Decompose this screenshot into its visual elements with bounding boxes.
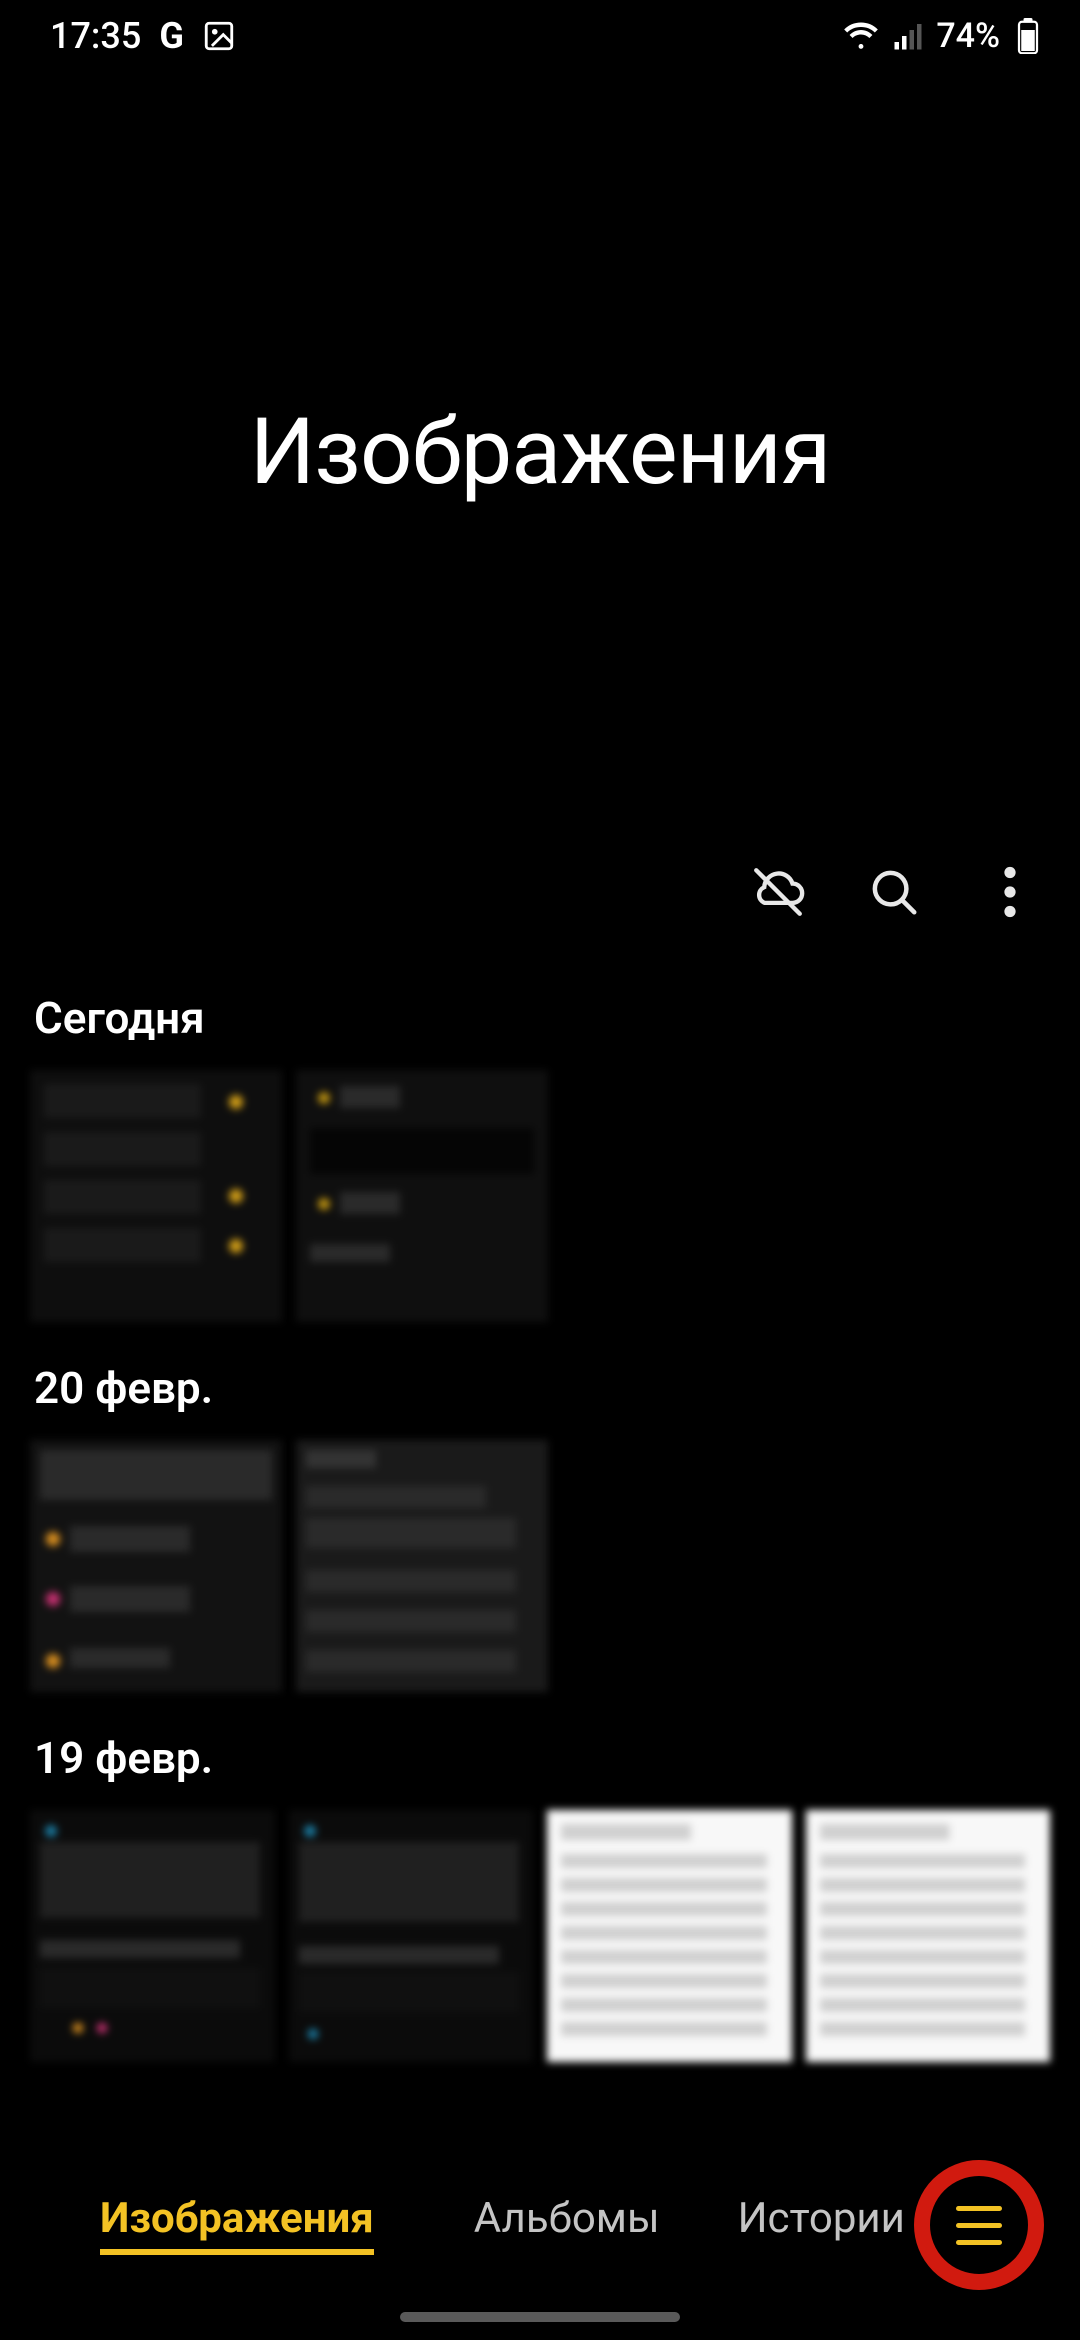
collapsing-header: Изображения: [0, 72, 1080, 832]
thumb-row: [30, 1810, 1050, 2062]
image-thumbnail[interactable]: [30, 1810, 275, 2062]
battery-percent: 74%: [936, 16, 1000, 56]
cloud-sync-off-icon[interactable]: [748, 862, 808, 922]
status-bar: 17:35 G 74%: [0, 0, 1080, 72]
gallery-content[interactable]: Сегодня 20 февр. 19 февр.: [0, 992, 1080, 2062]
thumb-row: [30, 1440, 1050, 1692]
section-title: Сегодня: [30, 992, 1050, 1044]
image-thumbnail[interactable]: [30, 1070, 282, 1322]
highlight-ring: [914, 2160, 1044, 2290]
image-thumbnail[interactable]: [806, 1810, 1051, 2062]
wifi-icon: [842, 21, 880, 51]
photos-icon: [202, 19, 236, 53]
tab-images[interactable]: Изображения: [100, 2188, 374, 2255]
section-today: Сегодня: [30, 992, 1050, 1322]
thumb-row: [30, 1070, 1050, 1322]
status-left: 17:35 G: [50, 15, 236, 57]
gesture-bar: [400, 2312, 680, 2322]
section-feb19: 19 февр.: [30, 1732, 1050, 2062]
tab-albums[interactable]: Альбомы: [474, 2188, 660, 2249]
section-title: 19 февр.: [30, 1732, 1050, 1784]
menu-button-highlight: [914, 2160, 1044, 2290]
search-icon[interactable]: [864, 862, 924, 922]
battery-icon: [1016, 18, 1040, 54]
image-thumbnail[interactable]: [296, 1440, 548, 1692]
google-icon: G: [159, 15, 184, 57]
signal-icon: [892, 21, 924, 51]
more-options-icon[interactable]: [980, 862, 1040, 922]
clock: 17:35: [50, 15, 141, 57]
image-thumbnail[interactable]: [30, 1440, 282, 1692]
image-thumbnail[interactable]: [547, 1810, 792, 2062]
image-thumbnail[interactable]: [289, 1810, 534, 2062]
section-feb20: 20 февр.: [30, 1362, 1050, 1692]
image-thumbnail[interactable]: [296, 1070, 548, 1322]
tab-stories[interactable]: Истории: [738, 2188, 905, 2249]
page-title: Изображения: [250, 399, 831, 506]
toolbar: [0, 832, 1080, 952]
section-title: 20 февр.: [30, 1362, 1050, 1414]
status-right: 74%: [842, 16, 1040, 56]
